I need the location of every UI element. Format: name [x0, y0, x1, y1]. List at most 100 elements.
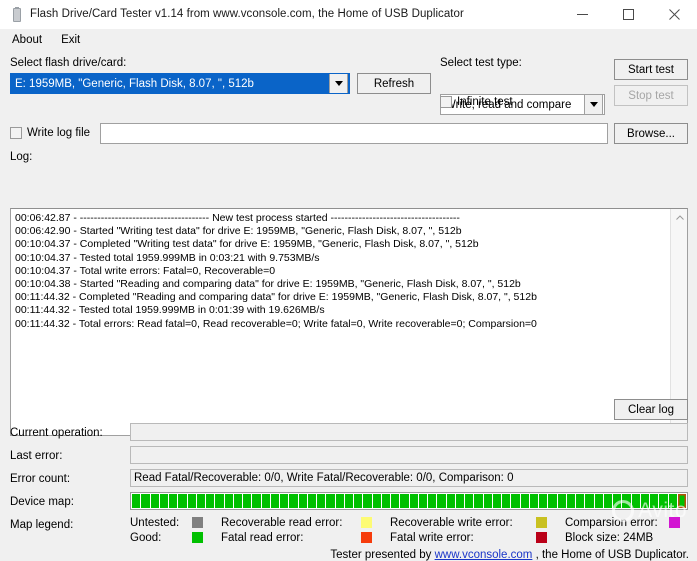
device-map-block — [132, 494, 141, 508]
device-map-block — [409, 494, 418, 508]
device-map-block — [548, 494, 557, 508]
device-map-block — [335, 494, 344, 508]
log-textarea[interactable]: 00:06:42.87 - --------------------------… — [10, 208, 688, 436]
footer-suffix: , the Home of USB Duplicator. — [532, 549, 689, 561]
maximize-button[interactable] — [605, 0, 651, 28]
device-map-block — [437, 494, 446, 508]
window-controls — [559, 0, 697, 28]
legend-row: Good: Fatal read error: Fatal write erro… — [130, 530, 688, 545]
clear-log-button[interactable]: Clear log — [614, 399, 688, 420]
legend: Untested: Recoverable read error: Recove… — [130, 515, 688, 545]
infinite-test-checkbox[interactable]: Infinite test — [440, 96, 513, 108]
device-map-block — [381, 494, 390, 508]
device-map-block — [344, 494, 353, 508]
device-map-block — [622, 494, 631, 508]
last-error-label: Last error: — [10, 450, 63, 462]
device-map-block — [233, 494, 242, 508]
device-map — [130, 492, 688, 510]
device-map-block — [594, 494, 603, 508]
log-line: 00:11:44.32 - Completed "Reading and com… — [15, 291, 537, 304]
main-panel: Select flash drive/card: E: 1959MB, "Gen… — [0, 51, 697, 561]
menu-item-exit[interactable]: Exit — [57, 32, 89, 48]
device-map-block — [650, 494, 659, 508]
write-log-file-checkbox[interactable]: Write log file — [10, 127, 90, 139]
drive-select-value: E: 1959MB, "Generic, Flash Disk, 8.07, "… — [15, 77, 254, 90]
menu-item-about[interactable]: About — [8, 32, 51, 48]
device-map-block — [603, 494, 612, 508]
device-map-block — [520, 494, 529, 508]
map-legend-label: Map legend: — [10, 519, 74, 531]
legend-swatch-fatal-write-error — [536, 532, 547, 543]
menu-bar: About Exit — [0, 29, 697, 51]
log-line: 00:06:42.87 - --------------------------… — [15, 212, 460, 224]
test-type-label: Select test type: — [440, 57, 522, 69]
device-map-block — [298, 494, 307, 508]
log-lines: 00:06:42.87 - --------------------------… — [11, 209, 687, 331]
log-line: 00:10:04.37 - Tested total 1959.999MB in… — [15, 251, 320, 264]
close-button[interactable] — [651, 0, 697, 28]
device-map-block — [326, 494, 335, 508]
device-map-block — [159, 494, 168, 508]
device-map-block — [474, 494, 483, 508]
device-map-block — [465, 494, 474, 508]
title-bar: Flash Drive/Card Tester v1.14 from www.v… — [0, 0, 697, 29]
checkbox-box — [440, 96, 452, 108]
error-count-value: Read Fatal/Recoverable: 0/0, Write Fatal… — [130, 469, 688, 487]
device-map-block — [539, 494, 548, 508]
scrollbar-thumb[interactable] — [672, 226, 687, 416]
device-map-block — [289, 494, 298, 508]
checkbox-box — [10, 127, 22, 139]
legend-label: Fatal read error: — [221, 531, 304, 544]
device-map-block — [363, 494, 372, 508]
device-map-block — [270, 494, 279, 508]
device-map-block — [372, 494, 381, 508]
start-test-button[interactable]: Start test — [614, 59, 688, 80]
device-map-block — [529, 494, 538, 508]
device-map-block — [557, 494, 566, 508]
log-line: 00:11:44.32 - Total errors: Read fatal=0… — [15, 317, 537, 330]
device-map-block — [307, 494, 316, 508]
log-line: 00:06:42.90 - Started "Writing test data… — [15, 225, 462, 238]
device-map-block — [511, 494, 520, 508]
device-map-block — [576, 494, 585, 508]
device-map-block — [613, 494, 622, 508]
device-map-block — [668, 494, 677, 508]
legend-swatch-fatal-read-error — [361, 532, 372, 543]
refresh-button[interactable]: Refresh — [357, 73, 431, 94]
legend-label: Comparsion error: — [565, 516, 658, 529]
log-file-path-input[interactable] — [100, 123, 608, 144]
usb-drive-icon — [8, 6, 24, 22]
device-map-block — [492, 494, 501, 508]
chevron-down-icon[interactable] — [329, 74, 348, 93]
device-map-block — [354, 494, 363, 508]
vconsole-link[interactable]: www.vconsole.com — [435, 549, 533, 561]
device-map-block — [206, 494, 215, 508]
device-map-block — [502, 494, 511, 508]
device-map-block — [418, 494, 427, 508]
device-map-block — [280, 494, 289, 508]
drive-select-combo[interactable]: E: 1959MB, "Generic, Flash Disk, 8.07, "… — [10, 73, 350, 94]
legend-swatch-recoverable-read-error — [361, 517, 372, 528]
device-map-block — [631, 494, 640, 508]
device-map-block — [187, 494, 196, 508]
device-map-block — [317, 494, 326, 508]
device-map-block — [261, 494, 270, 508]
log-label: Log: — [10, 151, 33, 163]
device-map-block — [215, 494, 224, 508]
window-title: Flash Drive/Card Tester v1.14 from www.v… — [30, 8, 464, 20]
browse-button[interactable]: Browse... — [614, 123, 688, 144]
legend-swatch-comparsion-error — [669, 517, 680, 528]
device-map-block — [391, 494, 400, 508]
device-map-block — [659, 494, 668, 508]
log-line: 00:11:44.32 - Tested total 1959.999MB in… — [15, 304, 325, 317]
minimize-button[interactable] — [559, 0, 605, 28]
chevron-down-icon[interactable] — [584, 95, 603, 114]
scroll-up-icon[interactable] — [671, 209, 687, 226]
log-line: 00:10:04.38 - Started "Reading and compa… — [15, 278, 521, 291]
footer-prefix: Tester presented by — [330, 549, 435, 561]
device-map-block — [640, 494, 649, 508]
device-map-block — [196, 494, 205, 508]
device-map-block — [455, 494, 464, 508]
device-map-block — [169, 494, 178, 508]
legend-label: Recoverable write error: — [390, 516, 513, 529]
